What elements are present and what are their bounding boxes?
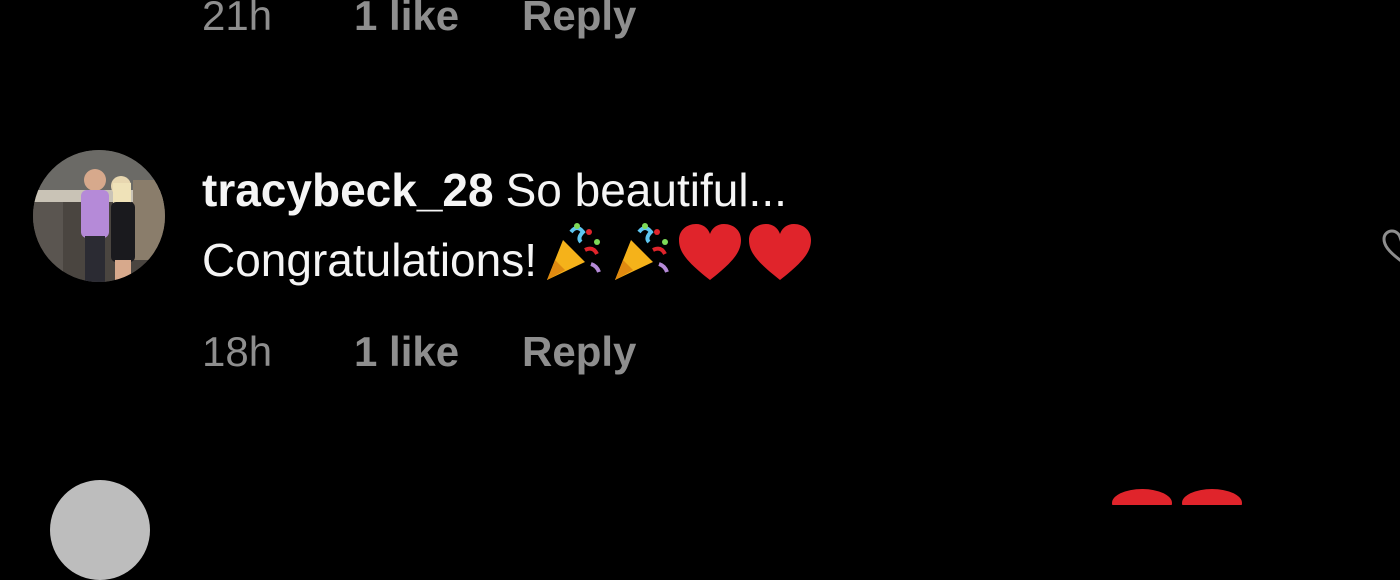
comment-meta: 18h 1 like Reply	[202, 328, 636, 376]
next-comment-fragment	[1110, 485, 1260, 517]
avatar-photo	[33, 150, 165, 282]
avatar[interactable]	[33, 150, 165, 282]
comment-timestamp: 21h	[202, 0, 273, 39]
like-heart-icon[interactable]	[1380, 226, 1400, 266]
party-popper-icon	[541, 220, 605, 296]
red-heart-icon	[677, 222, 743, 296]
comment-timestamp: 18h	[202, 328, 273, 375]
comment-like-count[interactable]: 1 like	[354, 0, 522, 40]
previous-comment-meta: 21h 1 like Reply	[202, 0, 636, 40]
reply-button[interactable]: Reply	[522, 328, 636, 376]
party-popper-icon	[609, 220, 673, 296]
comment-body: tracybeck_28 So beautiful... Congratulati…	[202, 160, 1302, 296]
comment-username[interactable]: tracybeck_28	[202, 164, 494, 216]
reply-button[interactable]: Reply	[522, 0, 636, 40]
comment-text-line1: So beautiful...	[505, 164, 787, 216]
comment-text-line2: Congratulations!	[202, 234, 537, 286]
red-heart-icon	[747, 222, 813, 296]
avatar[interactable]	[50, 480, 150, 580]
comment-like-count[interactable]: 1 like	[354, 328, 522, 376]
